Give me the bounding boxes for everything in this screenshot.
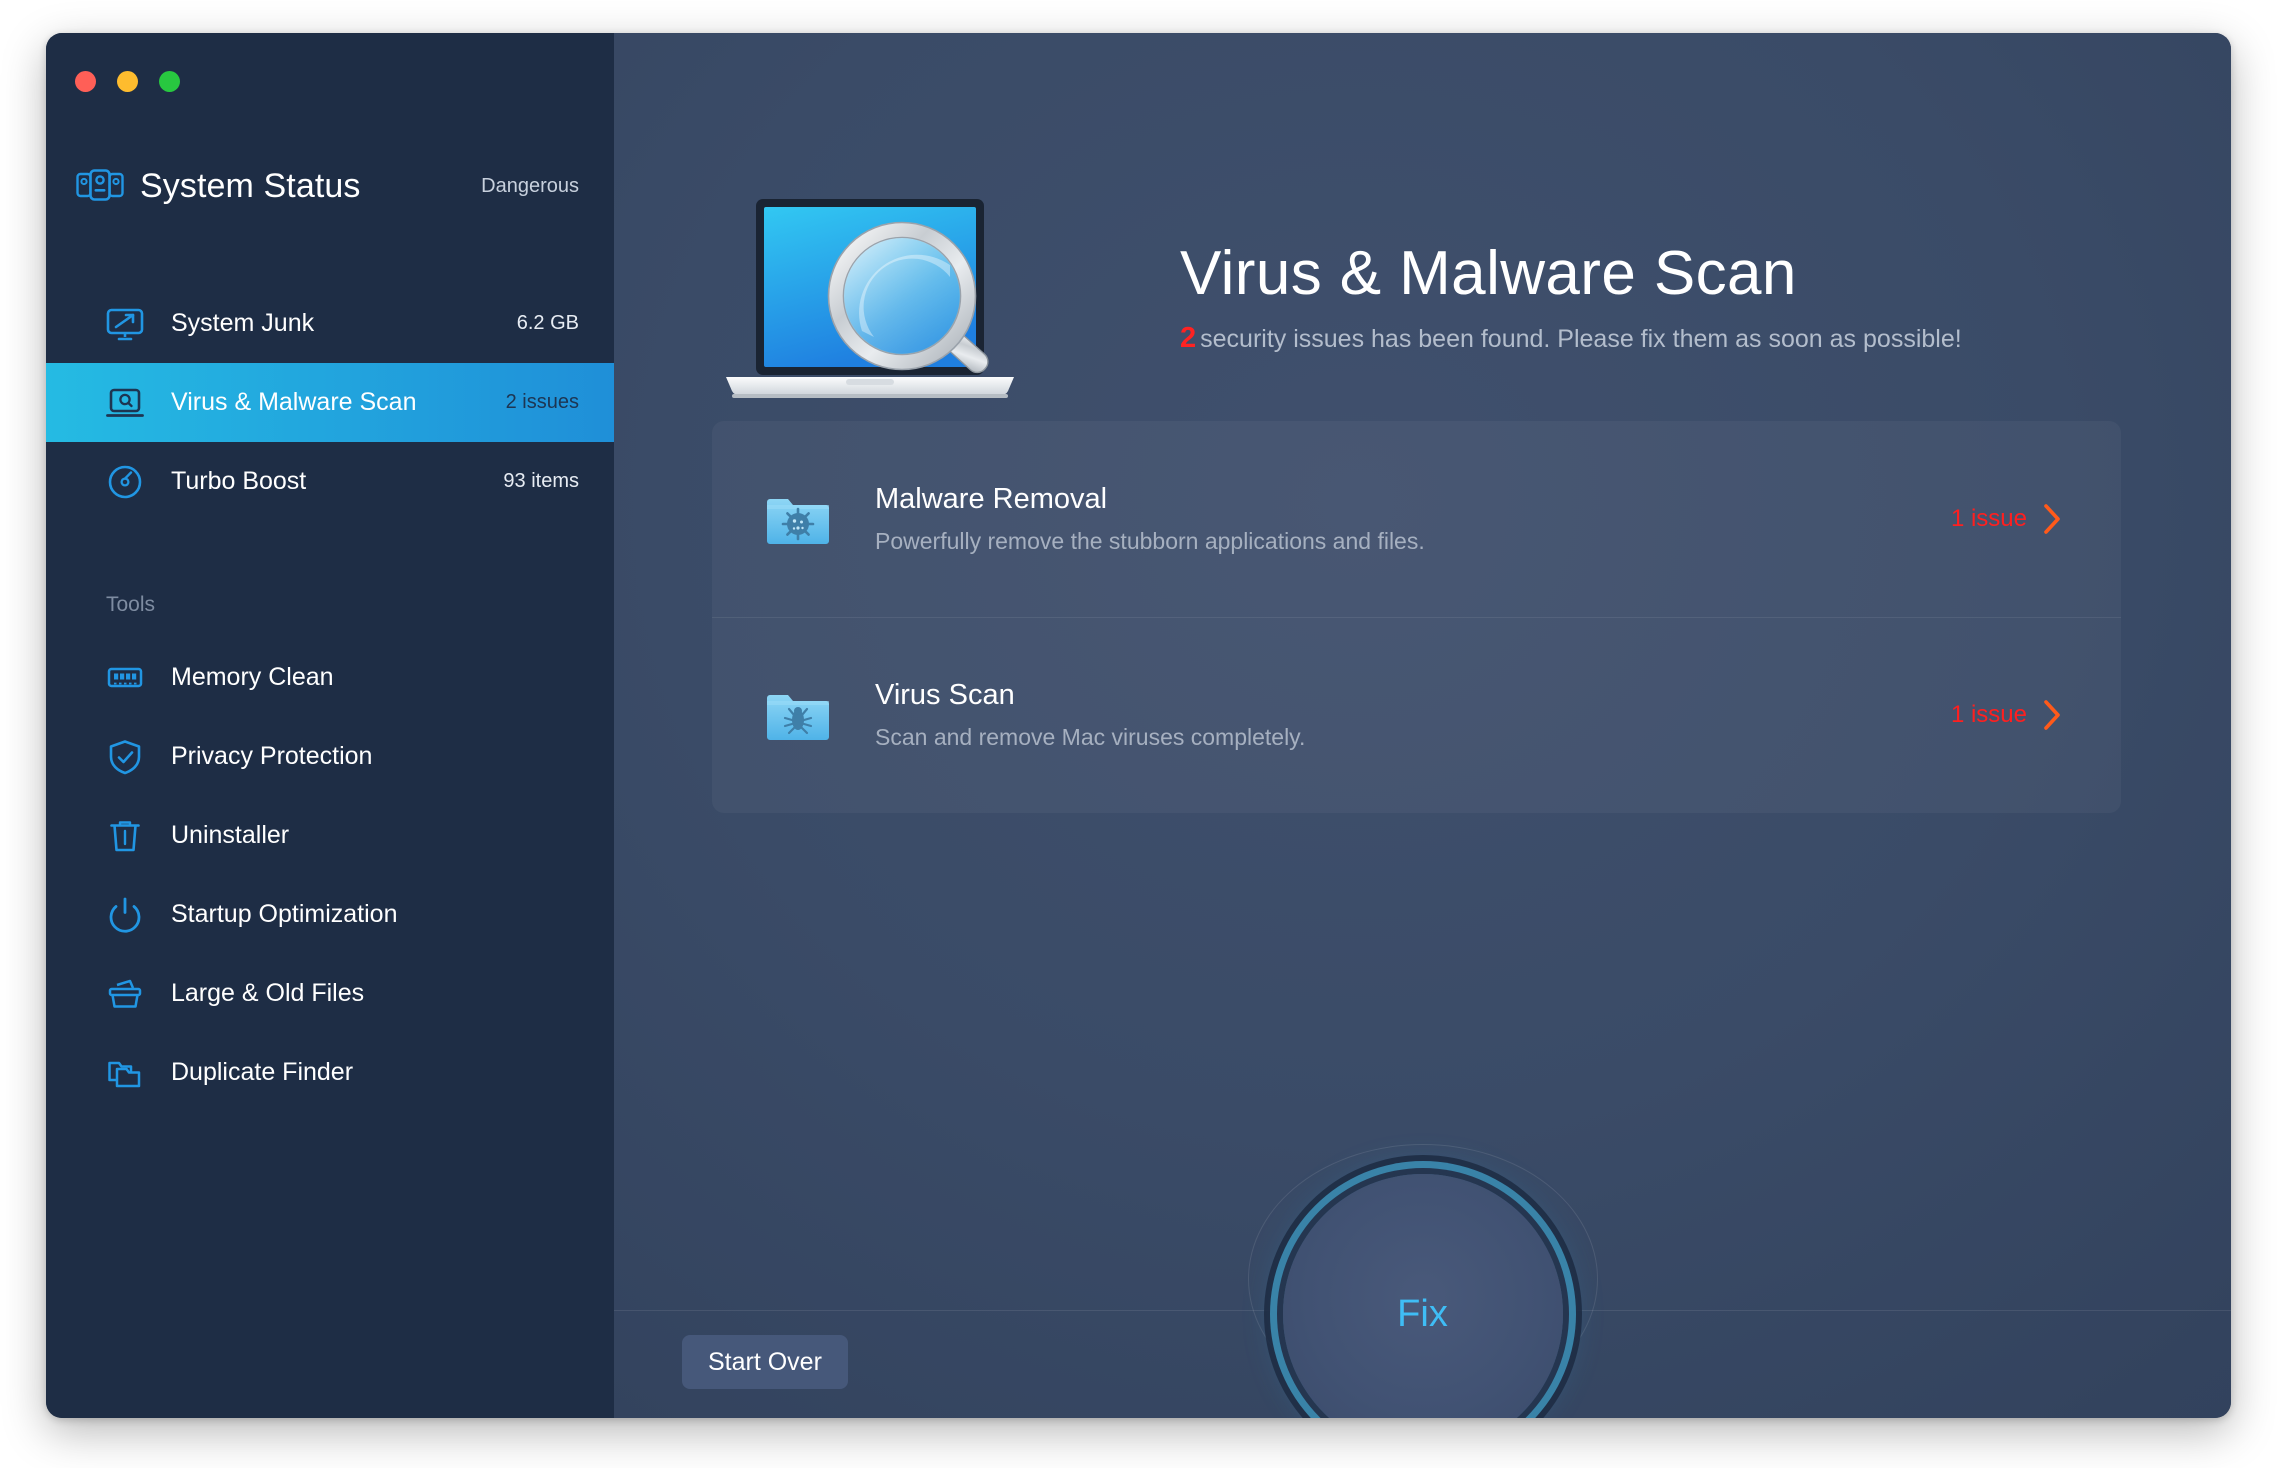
privacy-protection-icon — [106, 738, 144, 776]
system-status-header: System Status Dangerous — [46, 161, 614, 211]
sidebar-item-memory-clean[interactable]: Memory Clean — [46, 638, 614, 717]
hero-section: Virus & Malware Scan 2 security issues ha… — [614, 33, 2231, 398]
result-row-title: Virus Scan — [875, 679, 1015, 711]
sidebar-item-label: Duplicate Finder — [171, 1058, 354, 1086]
sidebar-main-nav: System Junk 6.2 GB Virus & Malware Scan … — [46, 284, 614, 521]
sidebar-item-value: 2 issues — [505, 391, 579, 413]
result-row-malware-removal[interactable]: Malware Removal Powerfully remove the st… — [712, 421, 2121, 617]
app-window: System Status Dangerous System Junk 6.2 … — [46, 33, 2231, 1418]
issue-count: 2 — [1180, 322, 1197, 355]
sidebar-item-label: Startup Optimization — [171, 900, 398, 928]
memory-clean-icon — [106, 659, 144, 697]
virus-scan-laptop-icon — [106, 384, 144, 422]
system-status-value: Dangerous — [481, 174, 579, 197]
sidebar-item-label: Uninstaller — [171, 821, 290, 849]
minimize-window-button[interactable] — [117, 71, 138, 92]
sidebar-item-privacy-protection[interactable]: Privacy Protection — [46, 717, 614, 796]
close-window-button[interactable] — [75, 71, 96, 92]
result-row-action[interactable]: 1 issue — [1951, 502, 2063, 536]
duplicate-finder-icon — [106, 1054, 144, 1092]
result-row-description: Powerfully remove the stubborn applicati… — [875, 528, 1425, 554]
result-row-title: Malware Removal — [875, 483, 1108, 515]
sidebar-item-large-old-files[interactable]: Large & Old Files — [46, 954, 614, 1033]
result-row-text: Virus Scan Scan and remove Mac viruses c… — [875, 679, 1305, 751]
traffic-lights — [75, 71, 180, 92]
footer-bar: Start Over Fix — [614, 1144, 2231, 1418]
uninstaller-icon — [106, 817, 144, 855]
sidebar-item-turbo-boost[interactable]: Turbo Boost 93 items — [46, 442, 614, 521]
sidebar-item-label: Virus & Malware Scan — [171, 388, 417, 416]
start-over-button[interactable]: Start Over — [682, 1335, 848, 1389]
scan-results-card: Malware Removal Powerfully remove the st… — [712, 421, 2121, 813]
page-title: Virus & Malware Scan — [1180, 238, 1797, 308]
hero-subtitle: 2 security issues has been found. Please … — [1180, 322, 1962, 355]
chevron-right-icon — [2041, 698, 2063, 732]
result-row-virus-scan[interactable]: Virus Scan Scan and remove Mac viruses c… — [712, 617, 2121, 813]
fix-button-wrap: Fix — [1247, 1126, 1598, 1418]
sidebar-item-label: Large & Old Files — [171, 979, 365, 1007]
startup-optimization-icon — [106, 896, 144, 934]
malware-folder-icon — [767, 491, 829, 547]
sidebar-item-virus-malware-scan[interactable]: Virus & Malware Scan 2 issues — [46, 363, 614, 442]
system-junk-icon — [106, 305, 144, 343]
result-row-description: Scan and remove Mac viruses completely. — [875, 724, 1306, 750]
sidebar-item-label: System Junk — [171, 309, 315, 337]
result-row-action[interactable]: 1 issue — [1951, 698, 2063, 732]
sidebar-item-duplicate-finder[interactable]: Duplicate Finder — [46, 1033, 614, 1112]
sidebar-item-system-junk[interactable]: System Junk 6.2 GB — [46, 284, 614, 363]
system-status-title: System Status — [140, 166, 361, 205]
issue-badge: 1 issue — [1950, 701, 2027, 728]
sidebar-item-label: Privacy Protection — [171, 742, 373, 770]
sidebar-item-startup-optimization[interactable]: Startup Optimization — [46, 875, 614, 954]
tools-heading: Tools — [106, 593, 156, 616]
issue-badge: 1 issue — [1950, 505, 2027, 532]
sidebar: System Status Dangerous System Junk 6.2 … — [46, 33, 614, 1418]
turbo-boost-icon — [106, 463, 144, 501]
system-status-icon — [76, 168, 124, 204]
chevron-right-icon — [2041, 502, 2063, 536]
large-old-files-icon — [106, 975, 144, 1013]
main-content: Virus & Malware Scan 2 security issues ha… — [614, 33, 2231, 1418]
maximize-window-button[interactable] — [159, 71, 180, 92]
hero-subtitle-text: security issues has been found. Please f… — [1200, 325, 1962, 354]
laptop-magnifier-icon — [712, 191, 1092, 413]
result-row-text: Malware Removal Powerfully remove the st… — [875, 483, 1425, 555]
sidebar-item-label: Memory Clean — [171, 663, 334, 691]
sidebar-item-label: Turbo Boost — [171, 467, 307, 495]
sidebar-item-value: 93 items — [503, 470, 579, 492]
sidebar-item-value: 6.2 GB — [516, 312, 579, 334]
sidebar-item-uninstaller[interactable]: Uninstaller — [46, 796, 614, 875]
fix-button-label: Fix — [1397, 1292, 1448, 1335]
hero-text: Virus & Malware Scan 2 security issues ha… — [1180, 241, 1962, 363]
virus-folder-icon — [767, 687, 829, 743]
